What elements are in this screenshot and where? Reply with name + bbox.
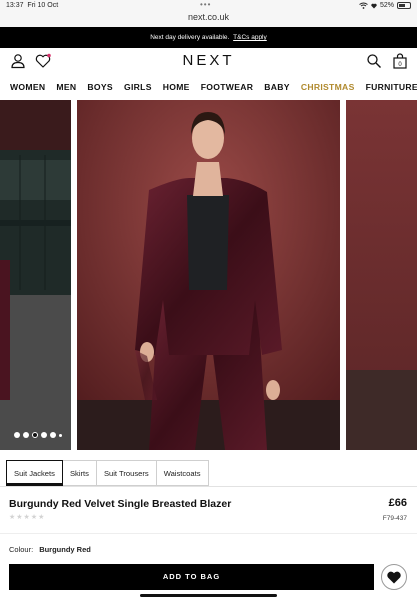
product-image-main[interactable]	[77, 100, 340, 450]
product-image-next[interactable]	[346, 100, 417, 450]
home-indicator	[140, 594, 277, 597]
backdrop-image	[346, 100, 417, 450]
carousel-indicator	[14, 432, 62, 438]
colour-label: Colour:	[9, 545, 34, 554]
nav-item-boys[interactable]: BOYS	[87, 78, 113, 98]
nav-item-home[interactable]: HOME	[163, 78, 190, 98]
colour-value: Burgundy Red	[39, 545, 91, 554]
tabs-divider	[0, 486, 417, 487]
model-blazer-image	[77, 100, 340, 450]
status-bar: 13:37 Fri 10 Oct ••• next.co.uk 52%	[0, 0, 417, 27]
delivery-promo-banner: Next day delivery available. T&Cs apply	[0, 27, 417, 48]
battery-percent: 52%	[379, 2, 394, 9]
product-price: £66	[388, 497, 407, 509]
product-code: F79-437	[382, 515, 407, 522]
nav-item-women[interactable]: WOMEN	[10, 78, 45, 98]
wifi-icon	[359, 2, 368, 9]
suit-category-tabs: Suit Jackets Skirts Suit Trousers Waistc…	[6, 460, 209, 486]
rating-stars[interactable]: ★★★★★	[9, 513, 45, 521]
info-divider	[0, 533, 417, 534]
next-logo[interactable]: NEXT	[0, 52, 417, 69]
promo-text: Next day delivery available.	[150, 34, 230, 41]
carousel-dot[interactable]	[41, 432, 47, 438]
heart-icon	[387, 571, 401, 583]
location-heart-icon	[371, 3, 377, 9]
leather-sofa-image	[0, 100, 71, 450]
terms-link[interactable]: T&Cs apply	[233, 34, 267, 41]
nav-item-footwear[interactable]: FOOTWEAR	[201, 78, 254, 98]
category-nav: WOMEN MEN BOYS GIRLS HOME FOOTWEAR BABY …	[0, 78, 417, 98]
carousel-dot[interactable]	[59, 433, 62, 437]
product-image-carousel[interactable]	[0, 100, 417, 450]
product-title: Burgundy Red Velvet Single Breasted Blaz…	[9, 498, 232, 510]
tab-suit-trousers[interactable]: Suit Trousers	[96, 460, 157, 486]
carousel-dot[interactable]	[23, 432, 29, 438]
product-image-previous[interactable]	[0, 100, 71, 450]
nav-item-furniture[interactable]: FURNITURE	[366, 78, 417, 98]
tab-waistcoats[interactable]: Waistcoats	[156, 460, 209, 486]
address-bar[interactable]: next.co.uk	[0, 12, 417, 22]
add-to-bag-button[interactable]: ADD TO BAG	[9, 564, 374, 590]
carousel-dot-active[interactable]	[32, 432, 38, 438]
carousel-dot[interactable]	[14, 432, 20, 438]
carousel-dot[interactable]	[50, 432, 56, 438]
battery-icon	[397, 2, 411, 9]
status-time: 13:37 Fri 10 Oct	[6, 2, 59, 9]
nav-item-men[interactable]: MEN	[56, 78, 76, 98]
nav-item-girls[interactable]: GIRLS	[124, 78, 152, 98]
nav-item-christmas[interactable]: CHRISTMAS	[301, 78, 355, 98]
tab-suit-jackets[interactable]: Suit Jackets	[6, 460, 63, 486]
nav-item-baby[interactable]: BABY	[264, 78, 290, 98]
status-indicators: 52%	[359, 2, 411, 9]
add-to-wishlist-button[interactable]	[381, 564, 407, 590]
colour-row: Colour: Burgundy Red	[9, 545, 91, 554]
tab-skirts[interactable]: Skirts	[62, 460, 97, 486]
more-dots-icon[interactable]: •••	[200, 0, 211, 9]
